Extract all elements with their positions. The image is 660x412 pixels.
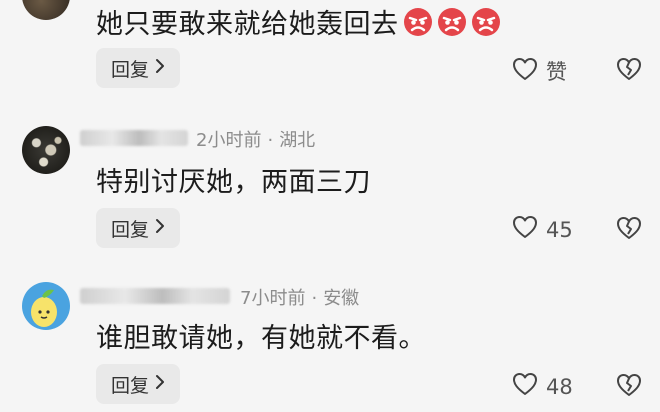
angry-face-icon <box>471 7 501 37</box>
comment-text: 谁胆敢请她，有她就不看。 <box>96 323 426 354</box>
chevron-right-icon <box>155 58 165 79</box>
broken-heart-icon[interactable] <box>616 57 642 85</box>
comment-item: 她只要敢来就给她轰回去 回复 赞 <box>0 0 660 110</box>
like-button[interactable]: 48 <box>512 372 573 401</box>
broken-heart-icon[interactable] <box>616 373 642 401</box>
angry-face-icon <box>403 7 433 37</box>
username[interactable] <box>80 288 230 304</box>
reply-button[interactable]: 回复 <box>96 364 180 404</box>
comment-text: 她只要敢来就给她轰回去 <box>96 2 501 41</box>
broken-heart-icon[interactable] <box>616 216 642 244</box>
heart-icon <box>512 215 538 244</box>
comment-time: 2小时前 <box>196 130 262 151</box>
angry-face-icon <box>437 7 467 37</box>
reply-button[interactable]: 回复 <box>96 48 180 88</box>
comment-item: 7小时前 · 安徽 谁胆敢请她，有她就不看。 回复 48 <box>0 276 660 412</box>
comment-list: 她只要敢来就给她轰回去 回复 赞 2小时前 · 湖北 特别讨厌她，两面三刀 回复… <box>0 0 660 412</box>
comment-item: 2小时前 · 湖北 特别讨厌她，两面三刀 回复 45 <box>0 118 660 258</box>
like-count: 45 <box>546 217 573 242</box>
chevron-right-icon <box>155 374 165 395</box>
lemon-avatar-icon <box>31 289 57 327</box>
meta-separator: · <box>311 288 318 309</box>
comment-location: 湖北 <box>279 130 316 151</box>
comment-meta: 7小时前 · 安徽 <box>240 284 359 310</box>
heart-icon <box>512 57 538 86</box>
like-count: 48 <box>546 374 573 399</box>
avatar[interactable] <box>22 282 70 330</box>
reply-label: 回复 <box>110 374 149 397</box>
like-button[interactable]: 45 <box>512 215 573 244</box>
avatar[interactable] <box>22 126 70 174</box>
like-label: 赞 <box>546 60 567 84</box>
comment-time: 7小时前 <box>240 288 306 309</box>
avatar[interactable] <box>22 0 70 20</box>
username[interactable] <box>80 130 188 146</box>
reply-label: 回复 <box>110 58 149 81</box>
chevron-right-icon <box>155 218 165 239</box>
meta-separator: · <box>267 130 274 151</box>
comment-meta: 2小时前 · 湖北 <box>196 126 315 152</box>
like-button[interactable]: 赞 <box>512 56 567 86</box>
comment-location: 安徽 <box>323 288 360 309</box>
comment-text: 特别讨厌她，两面三刀 <box>96 167 371 198</box>
reply-label: 回复 <box>110 218 149 241</box>
heart-icon <box>512 372 538 401</box>
reply-button[interactable]: 回复 <box>96 208 180 248</box>
